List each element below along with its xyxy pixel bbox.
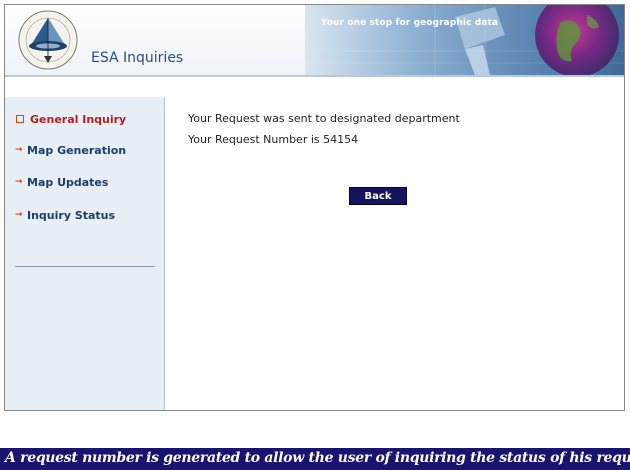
sidebar-item-map-updates[interactable]: → Map Updates: [15, 174, 108, 190]
arrow-right-icon: →: [15, 145, 23, 155]
satellite-globe-icon: [305, 5, 624, 75]
arrow-right-icon: →: [15, 177, 23, 187]
header-divider: [5, 75, 624, 77]
sidebar-item-label: Map Generation: [27, 143, 127, 157]
caption-text: A request number is generated to allow t…: [5, 450, 630, 466]
sidebar-divider: [15, 266, 155, 267]
arrow-right-icon: →: [15, 210, 23, 220]
sidebar-item-general-inquiry[interactable]: General Inquiry: [15, 111, 126, 127]
back-button[interactable]: Back: [349, 187, 407, 205]
sidebar-item-label: Map Updates: [27, 175, 109, 189]
sidebar-item-inquiry-status[interactable]: → Inquiry Status: [15, 207, 115, 223]
sidebar-item-map-generation[interactable]: → Map Generation: [15, 142, 126, 158]
sidebar-item-label: General Inquiry: [30, 112, 127, 126]
sidebar-nav: General Inquiry → Map Generation → Map U…: [5, 97, 165, 410]
header-tagline: Your one stop for geographic data: [321, 18, 499, 28]
square-bullet-icon: [16, 115, 24, 123]
header-banner: Your one stop for geographic data: [305, 5, 624, 75]
sidebar-item-label: Inquiry Status: [27, 208, 116, 222]
confirmation-message: Your Request was sent to designated depa…: [188, 112, 460, 125]
caption-bar: A request number is generated to allow t…: [0, 448, 630, 470]
app-title: ESA Inquiries: [91, 50, 184, 66]
request-number-text: Your Request Number is 54154: [188, 133, 359, 146]
site-header: ESA Inquiries Your one stop for geograph…: [5, 5, 624, 77]
esa-logo-icon: [18, 10, 78, 70]
browser-page-frame: ESA Inquiries Your one stop for geograph…: [4, 4, 625, 411]
